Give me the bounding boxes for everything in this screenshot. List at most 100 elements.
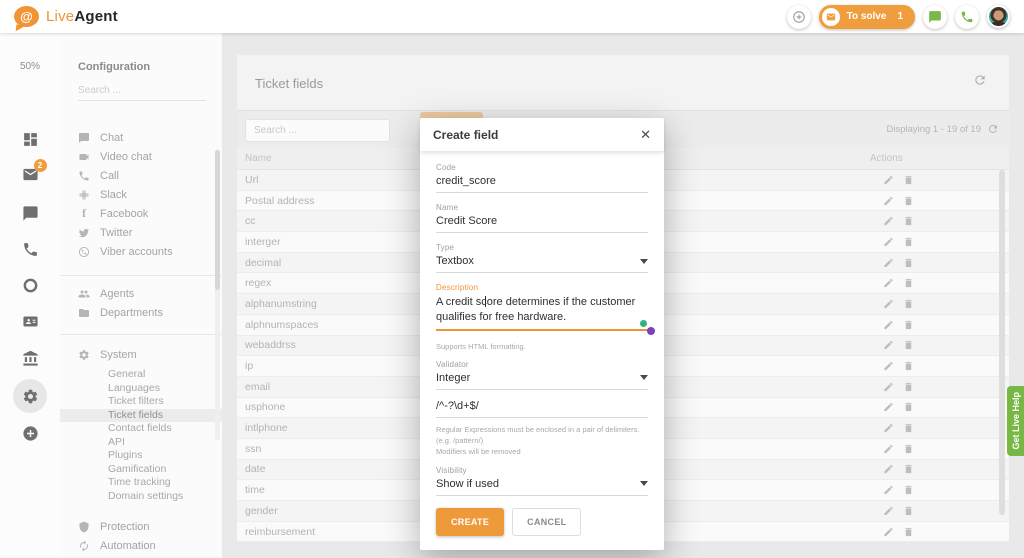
rail-chats[interactable] [0, 205, 60, 222]
edit-icon[interactable] [883, 216, 894, 227]
edit-icon[interactable] [883, 298, 894, 309]
config-item-automation[interactable]: Automation [60, 536, 222, 555]
refresh-icon[interactable] [987, 123, 999, 135]
config-subitem[interactable]: Domain settings [60, 490, 222, 504]
delete-icon[interactable] [903, 216, 914, 227]
close-icon[interactable]: ✕ [640, 128, 651, 141]
calls-button[interactable] [955, 5, 979, 29]
edit-icon[interactable] [883, 257, 894, 268]
delete-icon[interactable] [903, 402, 914, 413]
visibility-value: Show if used [436, 478, 499, 490]
delete-icon[interactable] [903, 443, 914, 454]
config-subitem[interactable]: Contact fields [60, 422, 222, 436]
rail-add[interactable] [0, 425, 60, 442]
edit-icon[interactable] [883, 423, 894, 434]
edit-icon[interactable] [883, 319, 894, 330]
config-scrollbar-thumb[interactable] [215, 150, 220, 290]
cancel-button[interactable]: CANCEL [512, 508, 581, 536]
delete-icon[interactable] [903, 174, 914, 185]
edit-icon[interactable] [883, 340, 894, 351]
field-name: interger [245, 236, 281, 248]
edit-icon[interactable] [883, 485, 894, 496]
edit-icon[interactable] [883, 402, 894, 413]
config-subitem[interactable]: Ticket filters [60, 395, 222, 409]
chat-icon [928, 10, 942, 24]
config-item-video-chat[interactable]: Video chat [60, 147, 222, 166]
config-item-facebook[interactable]: fFacebook [60, 204, 222, 223]
chats-button[interactable] [923, 5, 947, 29]
table-search-input[interactable] [245, 119, 390, 142]
edit-icon[interactable] [883, 464, 894, 475]
create-button[interactable]: CREATE [436, 508, 504, 536]
config-item-viber[interactable]: Viber accounts [60, 242, 222, 261]
to-solve-button[interactable]: To solve 1 [819, 5, 915, 29]
delete-icon[interactable] [903, 505, 914, 516]
config-item-twitter[interactable]: Twitter [60, 223, 222, 242]
config-item-chat[interactable]: Chat [60, 133, 222, 147]
config-subitem[interactable]: Languages [60, 382, 222, 396]
config-item-slack[interactable]: Slack [60, 185, 222, 204]
app-logo[interactable]: @ LiveAgent [14, 6, 118, 27]
edit-icon[interactable] [883, 195, 894, 206]
field-name: decimal [245, 257, 281, 269]
edit-icon[interactable] [883, 526, 894, 537]
rail-settings[interactable] [0, 379, 60, 413]
type-select[interactable]: Textbox [436, 255, 648, 273]
edit-icon[interactable] [883, 361, 894, 372]
delete-icon[interactable] [903, 195, 914, 206]
config-subitem[interactable]: API [60, 436, 222, 450]
delete-icon[interactable] [903, 340, 914, 351]
delete-icon[interactable] [903, 236, 914, 247]
edit-icon[interactable] [883, 381, 894, 392]
rail-tickets[interactable]: 2 [0, 166, 60, 188]
rail-customers[interactable] [0, 313, 60, 330]
config-item-departments[interactable]: Departments [60, 303, 222, 322]
delete-icon[interactable] [903, 381, 914, 392]
field-name: intlphone [245, 422, 288, 434]
table-scrollbar[interactable] [999, 170, 1005, 515]
config-item-agents[interactable]: Agents [60, 284, 222, 303]
regex-input[interactable]: /^-?\d+$/ [436, 400, 648, 418]
refresh-icon[interactable] [973, 73, 987, 87]
get-live-help-tab[interactable]: Get Live Help [1007, 386, 1024, 456]
config-subitem[interactable]: Ticket fields [60, 409, 222, 423]
delete-icon[interactable] [903, 278, 914, 289]
config-subitem[interactable]: Plugins [60, 449, 222, 463]
edit-icon[interactable] [883, 505, 894, 516]
delete-icon[interactable] [903, 485, 914, 496]
delete-icon[interactable] [903, 298, 914, 309]
code-label: Code [436, 163, 648, 172]
rail-dashboard[interactable] [0, 131, 60, 148]
config-item-protection[interactable]: Protection [60, 517, 222, 536]
delete-icon[interactable] [903, 361, 914, 372]
config-subitem[interactable]: Time tracking [60, 476, 222, 490]
code-input[interactable]: credit_score [436, 175, 648, 193]
phone-icon [960, 10, 974, 24]
delete-icon[interactable] [903, 423, 914, 434]
edit-icon[interactable] [883, 278, 894, 289]
regex-help-line2: Modifiers will be removed [436, 446, 648, 457]
config-subitem[interactable]: Gamification [60, 463, 222, 477]
validator-select[interactable]: Integer [436, 372, 648, 390]
app: @ LiveAgent To solve 1 50% 2 [0, 0, 1024, 558]
delete-icon[interactable] [903, 526, 914, 537]
config-item-system[interactable]: System [60, 345, 222, 364]
rail-reports[interactable] [0, 277, 60, 294]
description-input[interactable]: A credit score determines if the custome… [436, 295, 648, 331]
delete-icon[interactable] [903, 319, 914, 330]
rail-calls[interactable] [0, 241, 60, 258]
config-search-input[interactable] [78, 81, 206, 101]
edit-icon[interactable] [883, 174, 894, 185]
avatar[interactable] [987, 5, 1010, 28]
edit-icon[interactable] [883, 443, 894, 454]
name-input[interactable]: Credit Score [436, 215, 648, 233]
config-item-call[interactable]: Call [60, 166, 222, 185]
rail-billing[interactable] [0, 350, 60, 367]
field-name: alphnumspaces [245, 319, 319, 331]
config-subitem[interactable]: General [60, 368, 222, 382]
delete-icon[interactable] [903, 464, 914, 475]
add-new-button[interactable] [787, 5, 811, 29]
delete-icon[interactable] [903, 257, 914, 268]
edit-icon[interactable] [883, 236, 894, 247]
visibility-select[interactable]: Show if used [436, 478, 648, 496]
